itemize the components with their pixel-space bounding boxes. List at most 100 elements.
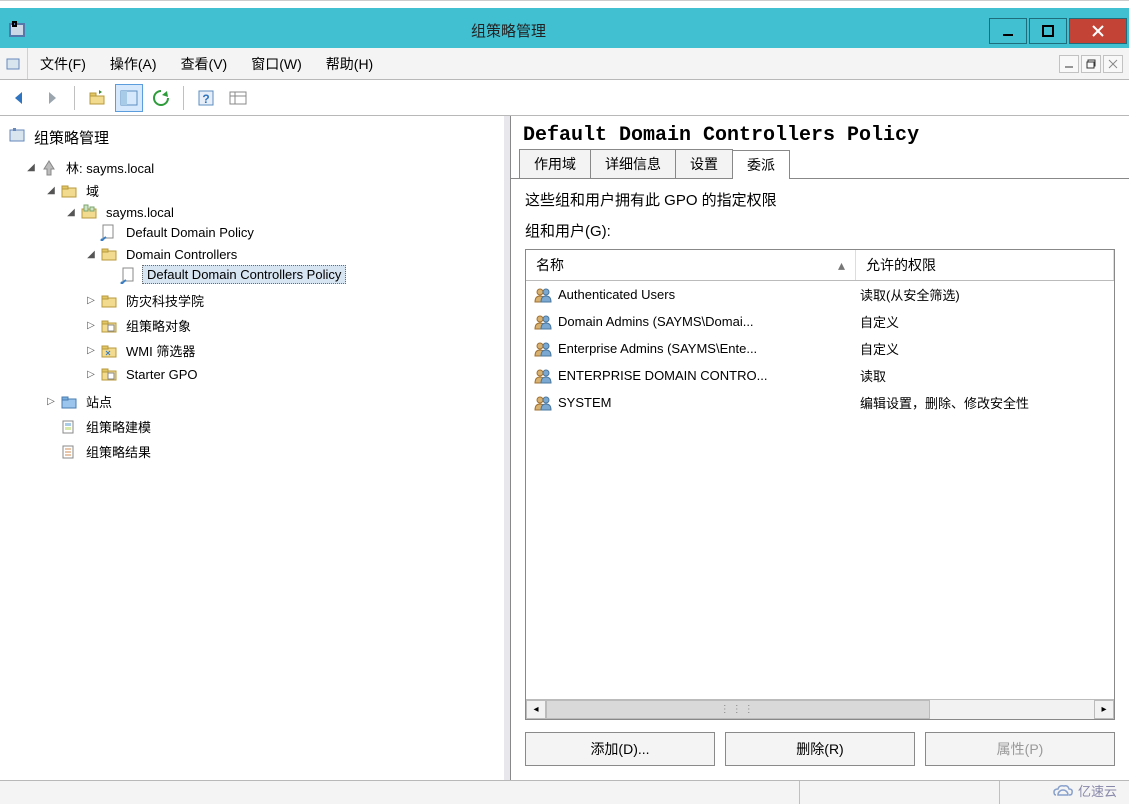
mdi-controls — [1059, 48, 1129, 79]
row-permission: 读取 — [856, 366, 1114, 385]
delegation-panel: 这些组和用户拥有此 GPO 的指定权限 组和用户(G): 名称 ▴ 允许的权限 … — [511, 179, 1129, 780]
row-name: Enterprise Admins (SAYMS\Ente... — [558, 341, 757, 356]
expander-closed-icon[interactable]: ▷ — [84, 319, 98, 333]
gpmc-root-icon — [8, 125, 28, 149]
tab-settings[interactable]: 设置 — [675, 149, 733, 178]
tree-ou1[interactable]: ▷ 防灾科技学院 — [84, 288, 500, 313]
domains-icon — [60, 182, 78, 200]
tree-default-domain-policy[interactable]: ▸ Default Domain Policy — [84, 221, 500, 243]
table-row[interactable]: Authenticated Users 读取(从安全筛选) — [526, 281, 1114, 308]
mdi-restore[interactable] — [1081, 55, 1101, 73]
tree-results[interactable]: ▸ 组策略结果 — [44, 439, 500, 464]
button-row: 添加(D)... 删除(R) 属性(P) — [525, 720, 1115, 774]
extra-button[interactable] — [224, 84, 252, 112]
tree-domain[interactable]: ◢ sayms.local ▸ Default Domain Policy — [64, 201, 500, 387]
tree-wmi[interactable]: ▷ WMI 筛选器 — [84, 338, 500, 363]
scroll-thumb[interactable]: ⋮⋮⋮ — [546, 700, 930, 719]
permissions-grid: 名称 ▴ 允许的权限 Authenticated Users 读取(从安全筛选) D… — [525, 249, 1115, 720]
gpo-folder-icon — [100, 317, 118, 335]
close-button[interactable] — [1069, 18, 1127, 44]
show-hide-tree-button[interactable] — [115, 84, 143, 112]
menu-view[interactable]: 查看(V) — [169, 48, 240, 79]
mdi-minimize[interactable] — [1059, 55, 1079, 73]
mdi-close[interactable] — [1103, 55, 1123, 73]
modeling-icon — [60, 418, 78, 436]
menu-help[interactable]: 帮助(H) — [314, 48, 385, 79]
delegation-info: 这些组和用户拥有此 GPO 的指定权限 — [525, 189, 1115, 210]
mdi-system-icon[interactable] — [0, 48, 28, 79]
watermark: 亿速云 — [1052, 781, 1117, 800]
table-row[interactable]: Domain Admins (SAYMS\Domai...自定义 — [526, 308, 1114, 335]
table-row[interactable]: ENTERPRISE DOMAIN CONTRO... 读取 — [526, 362, 1114, 389]
horizontal-scrollbar[interactable]: ◂ ⋮⋮⋮ ▸ — [526, 699, 1114, 719]
forward-button[interactable] — [38, 84, 66, 112]
statusbar — [0, 780, 1129, 804]
column-permission[interactable]: 允许的权限 — [856, 250, 1114, 280]
expander-open-icon[interactable]: ◢ — [84, 247, 98, 261]
wmi-folder-icon — [100, 342, 118, 360]
tree-domains[interactable]: ◢ 域 ◢ sayms.local ▸ — [44, 178, 500, 389]
up-button[interactable] — [83, 84, 111, 112]
sites-icon — [60, 393, 78, 411]
row-name: Authenticated Users — [558, 287, 675, 302]
expander-closed-icon[interactable]: ▷ — [44, 395, 58, 409]
tree-root-label: 组策略管理 — [34, 127, 109, 148]
scroll-right-icon[interactable]: ▸ — [1094, 700, 1114, 719]
window-title: 组策略管理 — [28, 20, 989, 41]
tab-scope[interactable]: 作用域 — [519, 149, 591, 178]
scroll-left-icon[interactable]: ◂ — [526, 700, 546, 719]
domain-icon — [80, 203, 98, 221]
table-row[interactable]: Enterprise Admins (SAYMS\Ente... 自定义 — [526, 335, 1114, 362]
menu-file[interactable]: 文件(F) — [28, 48, 98, 79]
tree: ◢ 林: sayms.local ◢ 域 ◢ sa — [4, 155, 500, 466]
row-permission: 读取(从安全筛选) — [856, 285, 1114, 304]
main-area: 组策略管理 ◢ 林: sayms.local ◢ 域 — [0, 116, 1129, 780]
tab-details[interactable]: 详细信息 — [590, 149, 676, 178]
grid-header: 名称 ▴ 允许的权限 — [526, 250, 1114, 281]
tree-sites[interactable]: ▷ 站点 — [44, 389, 500, 414]
tree-starter-gpo[interactable]: ▷ Starter GPO — [84, 363, 500, 385]
row-name: SYSTEM — [558, 395, 611, 410]
gpo-link-icon — [100, 223, 118, 241]
refresh-button[interactable] — [147, 84, 175, 112]
menu-action[interactable]: 操作(A) — [98, 48, 169, 79]
tree-gpo-objects[interactable]: ▷ 组策略对象 — [84, 313, 500, 338]
column-name[interactable]: 名称 ▴ — [526, 250, 856, 280]
tab-delegation[interactable]: 委派 — [732, 150, 790, 179]
properties-button[interactable]: 属性(P) — [925, 732, 1115, 766]
minimize-button[interactable] — [989, 18, 1027, 44]
tree-domain-controllers[interactable]: ◢ Domain Controllers ▸ Defau — [84, 243, 500, 288]
tree-forest[interactable]: ◢ 林: sayms.local ◢ 域 ◢ sa — [24, 155, 500, 466]
cropped-row-above — [0, 0, 1129, 8]
expander-open-icon[interactable]: ◢ — [64, 205, 78, 219]
starter-gpo-icon — [100, 365, 118, 383]
expander-closed-icon[interactable]: ▷ — [84, 294, 98, 308]
titlebar: 组策略管理 — [0, 8, 1129, 48]
forest-icon — [40, 159, 58, 177]
selected-node: Default Domain Controllers Policy — [142, 265, 346, 284]
detail-pane: Default Domain Controllers Policy 作用域 详细… — [510, 116, 1129, 780]
results-icon — [60, 443, 78, 461]
remove-button[interactable]: 删除(R) — [725, 732, 915, 766]
back-button[interactable] — [6, 84, 34, 112]
expander-closed-icon[interactable]: ▷ — [84, 344, 98, 358]
tabs: 作用域 详细信息 设置 委派 — [511, 151, 1129, 179]
table-row[interactable]: SYSTEM编辑设置，删除、修改安全性 — [526, 389, 1114, 416]
tree-root[interactable]: 组策略管理 — [4, 122, 500, 155]
row-permission: 自定义 — [856, 339, 1114, 358]
maximize-button[interactable] — [1029, 18, 1067, 44]
row-name: ENTERPRISE DOMAIN CONTRO... — [558, 368, 767, 383]
scroll-track[interactable]: ⋮⋮⋮ — [546, 700, 1094, 719]
sort-arrow-icon: ▴ — [838, 257, 845, 274]
tree-pane: 组策略管理 ◢ 林: sayms.local ◢ 域 — [0, 116, 510, 780]
gpo-link-icon — [120, 266, 138, 284]
tree-ddc-policy[interactable]: ▸ Default Domain Controllers Policy — [104, 263, 500, 286]
tree-modeling[interactable]: ▸ 组策略建模 — [44, 414, 500, 439]
expander-open-icon[interactable]: ◢ — [44, 184, 58, 198]
expander-closed-icon[interactable]: ▷ — [84, 367, 98, 381]
add-button[interactable]: 添加(D)... — [525, 732, 715, 766]
menu-window[interactable]: 窗口(W) — [239, 48, 314, 79]
help-button[interactable]: ? — [192, 84, 220, 112]
expander-open-icon[interactable]: ◢ — [24, 161, 38, 175]
ou-icon — [100, 292, 118, 310]
